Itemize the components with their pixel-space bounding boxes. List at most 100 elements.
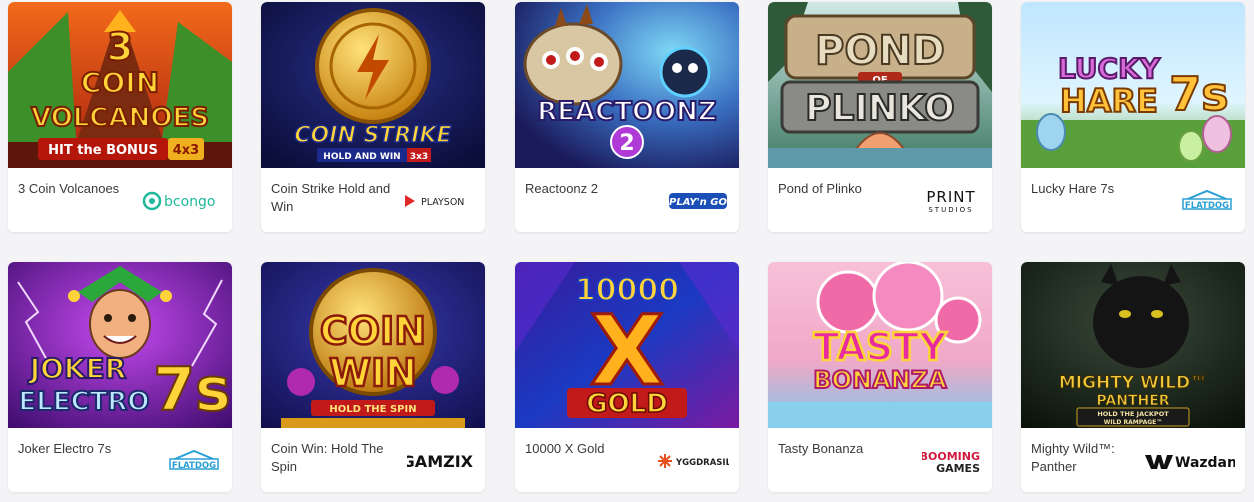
game-card[interactable]: LUCKY HARE 7s Lucky Hare 7s FLATDOG — [1021, 2, 1245, 232]
game-art: LUCKY HARE 7s — [1021, 2, 1245, 168]
thumb-text: POND — [815, 28, 945, 74]
game-title[interactable]: Reactoonz 2 — [525, 180, 653, 198]
playngo-logo-icon: PLAY'n GO — [669, 193, 727, 209]
thumb-text: 3x3 — [410, 152, 428, 162]
game-card[interactable]: TASTY BONANZA Tasty Bonanza BOOMING GAME… — [768, 262, 992, 492]
thumb-text: 2 — [619, 131, 634, 156]
game-title[interactable]: Coin Strike Hold and Win — [271, 180, 399, 216]
game-title[interactable]: Joker Electro 7s — [18, 440, 146, 458]
thumb-text: TASTY — [813, 325, 947, 369]
svg-text:PLAY'n GO: PLAY'n GO — [669, 197, 727, 208]
provider-logo: PLAY'n GO — [637, 186, 729, 216]
thumb-text: WIN — [329, 351, 417, 395]
game-thumbnail[interactable]: JOKER ELECTRO 7s — [8, 262, 232, 428]
game-title[interactable]: Lucky Hare 7s — [1031, 180, 1159, 198]
thumb-text: 7s — [1169, 67, 1228, 121]
game-card[interactable]: JOKER ELECTRO 7s Joker Electro 7s FLATDO… — [8, 262, 232, 492]
booming-games-logo-icon: BOOMING GAMES — [922, 450, 980, 474]
game-title[interactable]: 10000 X Gold — [525, 440, 653, 458]
game-art: 10000 X GOLD — [515, 262, 739, 428]
game-art: JOKER ELECTRO 7s — [8, 262, 232, 428]
thumb-text: COIN STRIKE — [294, 123, 451, 148]
game-art: COIN WIN HOLD THE SPIN — [261, 262, 485, 428]
thumb-text: BONANZA — [813, 366, 947, 394]
game-art: REACTOONZ 2 — [515, 2, 739, 168]
provider-logo: FLATDOG — [130, 446, 222, 476]
provider-logo: bcongo — [130, 186, 222, 216]
thumb-text: 7s — [153, 355, 230, 425]
svg-text:GAMES: GAMES — [936, 462, 980, 474]
flatdog-logo-icon: FLATDOG — [169, 449, 219, 471]
game-grid: 3 COIN VOLCANOES HIT the BONUS 4x3 3 Coi… — [0, 0, 1254, 502]
svg-text:bcongo: bcongo — [164, 194, 215, 210]
thumb-text: LUCKY — [1058, 52, 1161, 85]
game-art: POND OF PLINKO — [768, 2, 992, 168]
print-studios-logo-icon: PRINT STUDIOS — [926, 188, 975, 214]
svg-text:STUDIOS: STUDIOS — [928, 206, 973, 214]
thumb-text: HIT the BONUS — [48, 143, 158, 158]
game-title[interactable]: Coin Win: Hold The Spin — [271, 440, 399, 476]
game-card[interactable]: POND OF PLINKO Pond of Plinko PRINT STUD… — [768, 2, 992, 232]
game-card[interactable]: COIN WIN HOLD THE SPIN Coin Win: Hold Th… — [261, 262, 485, 492]
svg-text:YGGDRASIL: YGGDRASIL — [675, 458, 729, 468]
thumb-text: HOLD THE JACKPOT — [1097, 410, 1169, 418]
game-thumbnail[interactable]: REACTOONZ 2 — [515, 2, 739, 168]
thumb-text: HOLD THE SPIN — [329, 404, 416, 415]
game-title[interactable]: Mighty Wild™: Panther — [1031, 440, 1159, 476]
svg-text:PLAYSON: PLAYSON — [421, 197, 464, 208]
thumb-text: PANTHER — [1096, 393, 1169, 409]
provider-logo: YGGDRASIL — [637, 446, 729, 476]
thumb-text: 3 — [107, 25, 133, 69]
yggdrasil-logo-icon: YGGDRASIL — [658, 454, 729, 468]
thumb-text: COIN — [320, 309, 426, 353]
thumb-text: WILD RAMPAGE™ — [1104, 419, 1163, 426]
provider-logo: BOOMING GAMES — [890, 446, 982, 476]
thumb-text: PLINKO — [805, 88, 955, 129]
game-thumbnail[interactable]: LUCKY HARE 7s — [1021, 2, 1245, 168]
booongo-logo-icon: bcongo — [142, 191, 215, 211]
thumb-text: JOKER — [28, 352, 127, 385]
game-thumbnail[interactable]: 10000 X GOLD — [515, 262, 739, 428]
game-title[interactable]: 3 Coin Volcanoes — [18, 180, 146, 198]
thumb-text: HOLD AND WIN — [323, 152, 400, 162]
thumb-text: MIGHTY WILD™ — [1059, 373, 1207, 393]
svg-text:PRINT: PRINT — [926, 188, 975, 206]
game-card[interactable]: REACTOONZ 2 Reactoonz 2 PLAY'n GO — [515, 2, 739, 232]
svg-text:FLATDOG: FLATDOG — [172, 461, 216, 471]
game-art: TASTY BONANZA — [768, 262, 992, 428]
game-thumbnail[interactable]: 3 COIN VOLCANOES HIT the BONUS 4x3 — [8, 2, 232, 168]
game-title[interactable]: Pond of Plinko — [778, 180, 906, 198]
game-title[interactable]: Tasty Bonanza — [778, 440, 906, 458]
game-thumbnail[interactable]: TASTY BONANZA — [768, 262, 992, 428]
game-card[interactable]: 10000 X GOLD 10000 X Gold YGGDRASIL — [515, 262, 739, 492]
game-art: COIN STRIKE HOLD AND WIN 3x3 — [261, 2, 485, 168]
thumb-text: VOLCANOES — [31, 103, 209, 133]
game-thumbnail[interactable]: MIGHTY WILD™ PANTHER HOLD THE JACKPOT WI… — [1021, 262, 1245, 428]
playson-logo-icon: PLAYSON — [405, 195, 464, 208]
thumb-text: COIN — [81, 66, 159, 99]
game-art: MIGHTY WILD™ PANTHER HOLD THE JACKPOT WI… — [1021, 262, 1245, 428]
provider-logo: FLATDOG — [1143, 186, 1235, 216]
flatdog-logo-icon: FLATDOG — [1182, 189, 1232, 211]
svg-text:Wazdan: Wazdan — [1175, 455, 1235, 471]
provider-logo: Wazdan — [1143, 446, 1235, 476]
game-thumbnail[interactable]: POND OF PLINKO — [768, 2, 992, 168]
provider-logo: PLAYSON — [383, 186, 475, 216]
provider-logo: GAMZIX — [383, 446, 475, 476]
svg-text:GAMZIX: GAMZIX — [407, 452, 474, 471]
thumb-text: REACTOONZ — [537, 97, 717, 127]
provider-logo: PRINT STUDIOS — [890, 186, 982, 216]
thumb-text: 4x3 — [173, 143, 199, 158]
game-card[interactable]: MIGHTY WILD™ PANTHER HOLD THE JACKPOT WI… — [1021, 262, 1245, 492]
svg-text:FLATDOG: FLATDOG — [1185, 201, 1229, 211]
thumb-text: ELECTRO — [18, 387, 149, 417]
thumb-text: GOLD — [586, 389, 668, 419]
game-art: 3 COIN VOLCANOES HIT the BONUS 4x3 — [8, 2, 232, 168]
gamzix-logo-icon: GAMZIX — [407, 452, 474, 471]
game-card[interactable]: COIN STRIKE HOLD AND WIN 3x3 Coin Strike… — [261, 2, 485, 232]
game-thumbnail[interactable]: COIN WIN HOLD THE SPIN — [261, 262, 485, 428]
game-card[interactable]: 3 COIN VOLCANOES HIT the BONUS 4x3 3 Coi… — [8, 2, 232, 232]
wazdan-logo-icon: Wazdan — [1145, 455, 1235, 471]
thumb-text: HARE — [1060, 82, 1158, 120]
game-thumbnail[interactable]: COIN STRIKE HOLD AND WIN 3x3 — [261, 2, 485, 168]
